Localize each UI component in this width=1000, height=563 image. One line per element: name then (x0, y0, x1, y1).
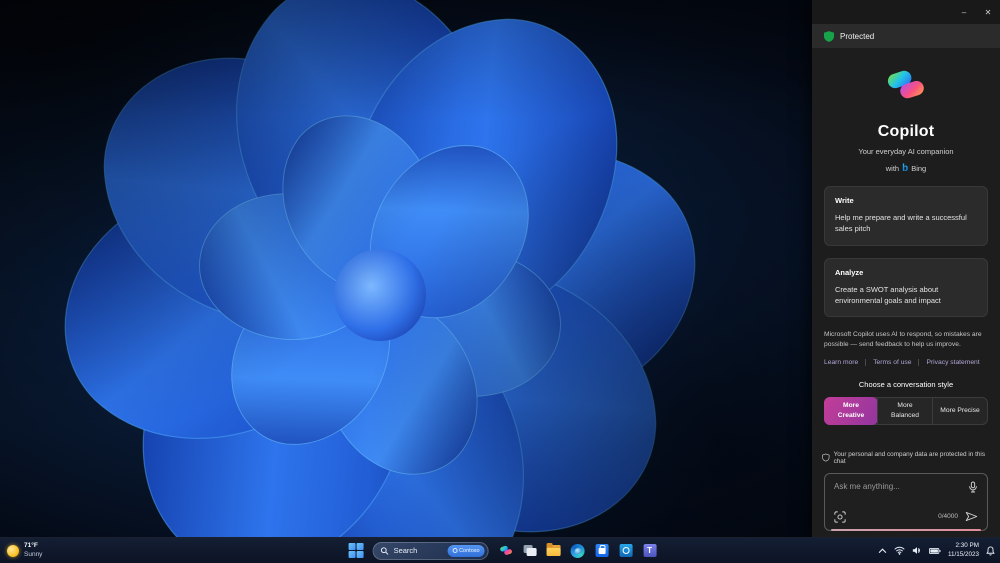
terms-of-use-link[interactable]: Terms of use (873, 359, 911, 366)
style-more-creative[interactable]: More Creative (824, 396, 878, 425)
tray-date: 11/15/2023 (947, 550, 979, 558)
pinned-apps: T (498, 543, 658, 559)
search-icon (380, 546, 389, 555)
legal-links-row: Learn more Terms of use Privacy statemen… (824, 358, 988, 366)
copilot-subtitle: Your everyday AI companion (858, 147, 954, 156)
badge-icon (452, 548, 458, 553)
taskbar-app-file-explorer[interactable] (546, 543, 562, 559)
badge-label: Contoso (459, 547, 480, 554)
edge-icon (570, 543, 585, 558)
minimize-icon[interactable]: – (952, 0, 976, 24)
taskbar-app-microsoft-store[interactable] (594, 543, 610, 559)
teams-icon: T (643, 544, 657, 557)
volume-button[interactable] (912, 546, 922, 555)
char-counter: 0/4000 (938, 513, 958, 521)
with-bing-row: with b Bing (812, 163, 1000, 174)
copilot-panel: – ✕ Protected Copilot Your everyday AI c… (812, 0, 1000, 537)
card-text: Create a SWOT analysis about environment… (835, 284, 941, 305)
data-protection-note: Your personal and company data are prote… (822, 451, 990, 465)
search-placeholder: Search (393, 546, 418, 555)
link-divider (918, 358, 920, 366)
weather-condition: Sunny (24, 550, 43, 558)
link-divider (865, 358, 867, 366)
bing-logo-icon: b (902, 163, 909, 174)
protected-status-bar: Protected (812, 24, 1000, 48)
ask-input[interactable] (834, 482, 968, 492)
protected-shield-icon (824, 30, 834, 42)
with-label: with (885, 164, 900, 173)
taskbar-app-copilot[interactable] (498, 543, 514, 559)
taskbar-app-outlook[interactable] (618, 543, 634, 559)
task-view-icon (523, 545, 537, 556)
copilot-hero: Copilot Your everyday AI companion with … (812, 48, 1000, 174)
taskbar-app-edge[interactable] (570, 543, 586, 559)
privacy-statement-link[interactable]: Privacy statement (926, 359, 979, 366)
close-icon[interactable]: ✕ (976, 0, 1000, 24)
sun-icon (7, 544, 19, 557)
panel-titlebar: – ✕ (812, 0, 1000, 24)
taskbar-app-task-view[interactable] (522, 543, 538, 559)
card-title: Analyze (835, 267, 864, 277)
ai-disclaimer: Microsoft Copilot uses AI to respond, so… (824, 331, 982, 349)
weather-temperature: 71°F (24, 542, 38, 550)
clock[interactable]: 2:30 PM 11/15/2023 (948, 542, 979, 558)
copilot-logo-icon (887, 70, 924, 99)
suggestion-card-analyze[interactable]: Analyze Create a SWOT analysis about env… (824, 257, 988, 317)
system-tray: 2:30 PM 11/15/2023 (878, 542, 995, 558)
tray-overflow-button[interactable] (878, 547, 887, 555)
windows-logo-icon (348, 543, 356, 550)
search-badge[interactable]: Contoso (447, 544, 485, 557)
card-title: Write (835, 196, 854, 205)
style-more-balanced[interactable]: More Balanced (877, 397, 932, 424)
suggestion-card-write[interactable]: Write Help me prepare and write a succes… (824, 186, 988, 246)
microsoft-store-icon (595, 544, 609, 557)
outlook-icon (619, 544, 633, 557)
tray-time: 2:30 PM (955, 542, 979, 550)
shield-outline-icon (822, 453, 830, 462)
copilot-icon (499, 545, 512, 555)
battery-button[interactable] (928, 547, 941, 555)
conversation-style-selector: More Creative More Balanced More Precise (824, 396, 988, 425)
data-protection-text: Your personal and company data are prote… (833, 450, 986, 465)
taskbar-app-teams[interactable]: T (642, 543, 658, 559)
network-button[interactable] (894, 546, 905, 555)
taskbar: 71°F Sunny Search Contoso T 2:30 PM 11/1… (0, 537, 1000, 563)
conversation-style-title: Choose a conversation style (858, 379, 954, 389)
wifi-icon (894, 546, 905, 555)
notifications-button[interactable] (986, 545, 995, 556)
learn-more-link[interactable]: Learn more (824, 359, 858, 366)
chat-input-box[interactable]: 0/4000 (824, 472, 988, 531)
bell-icon (986, 545, 995, 555)
microphone-icon[interactable] (968, 481, 978, 493)
bing-label: Bing (911, 164, 927, 173)
file-explorer-icon (546, 543, 561, 556)
style-more-precise[interactable]: More Precise (932, 397, 987, 424)
start-button[interactable] (348, 543, 364, 558)
visual-search-icon[interactable] (834, 511, 846, 523)
chevron-up-icon (878, 547, 887, 553)
volume-icon (912, 547, 920, 554)
taskbar-search-box[interactable]: Search Contoso (372, 541, 489, 560)
protected-label: Protected (840, 31, 875, 41)
card-text: Help me prepare and write a successful s… (835, 213, 967, 234)
weather-widget[interactable]: 71°F Sunny (7, 542, 42, 558)
copilot-title: Copilot (877, 123, 935, 140)
battery-icon (928, 547, 941, 554)
send-icon[interactable] (965, 511, 978, 522)
